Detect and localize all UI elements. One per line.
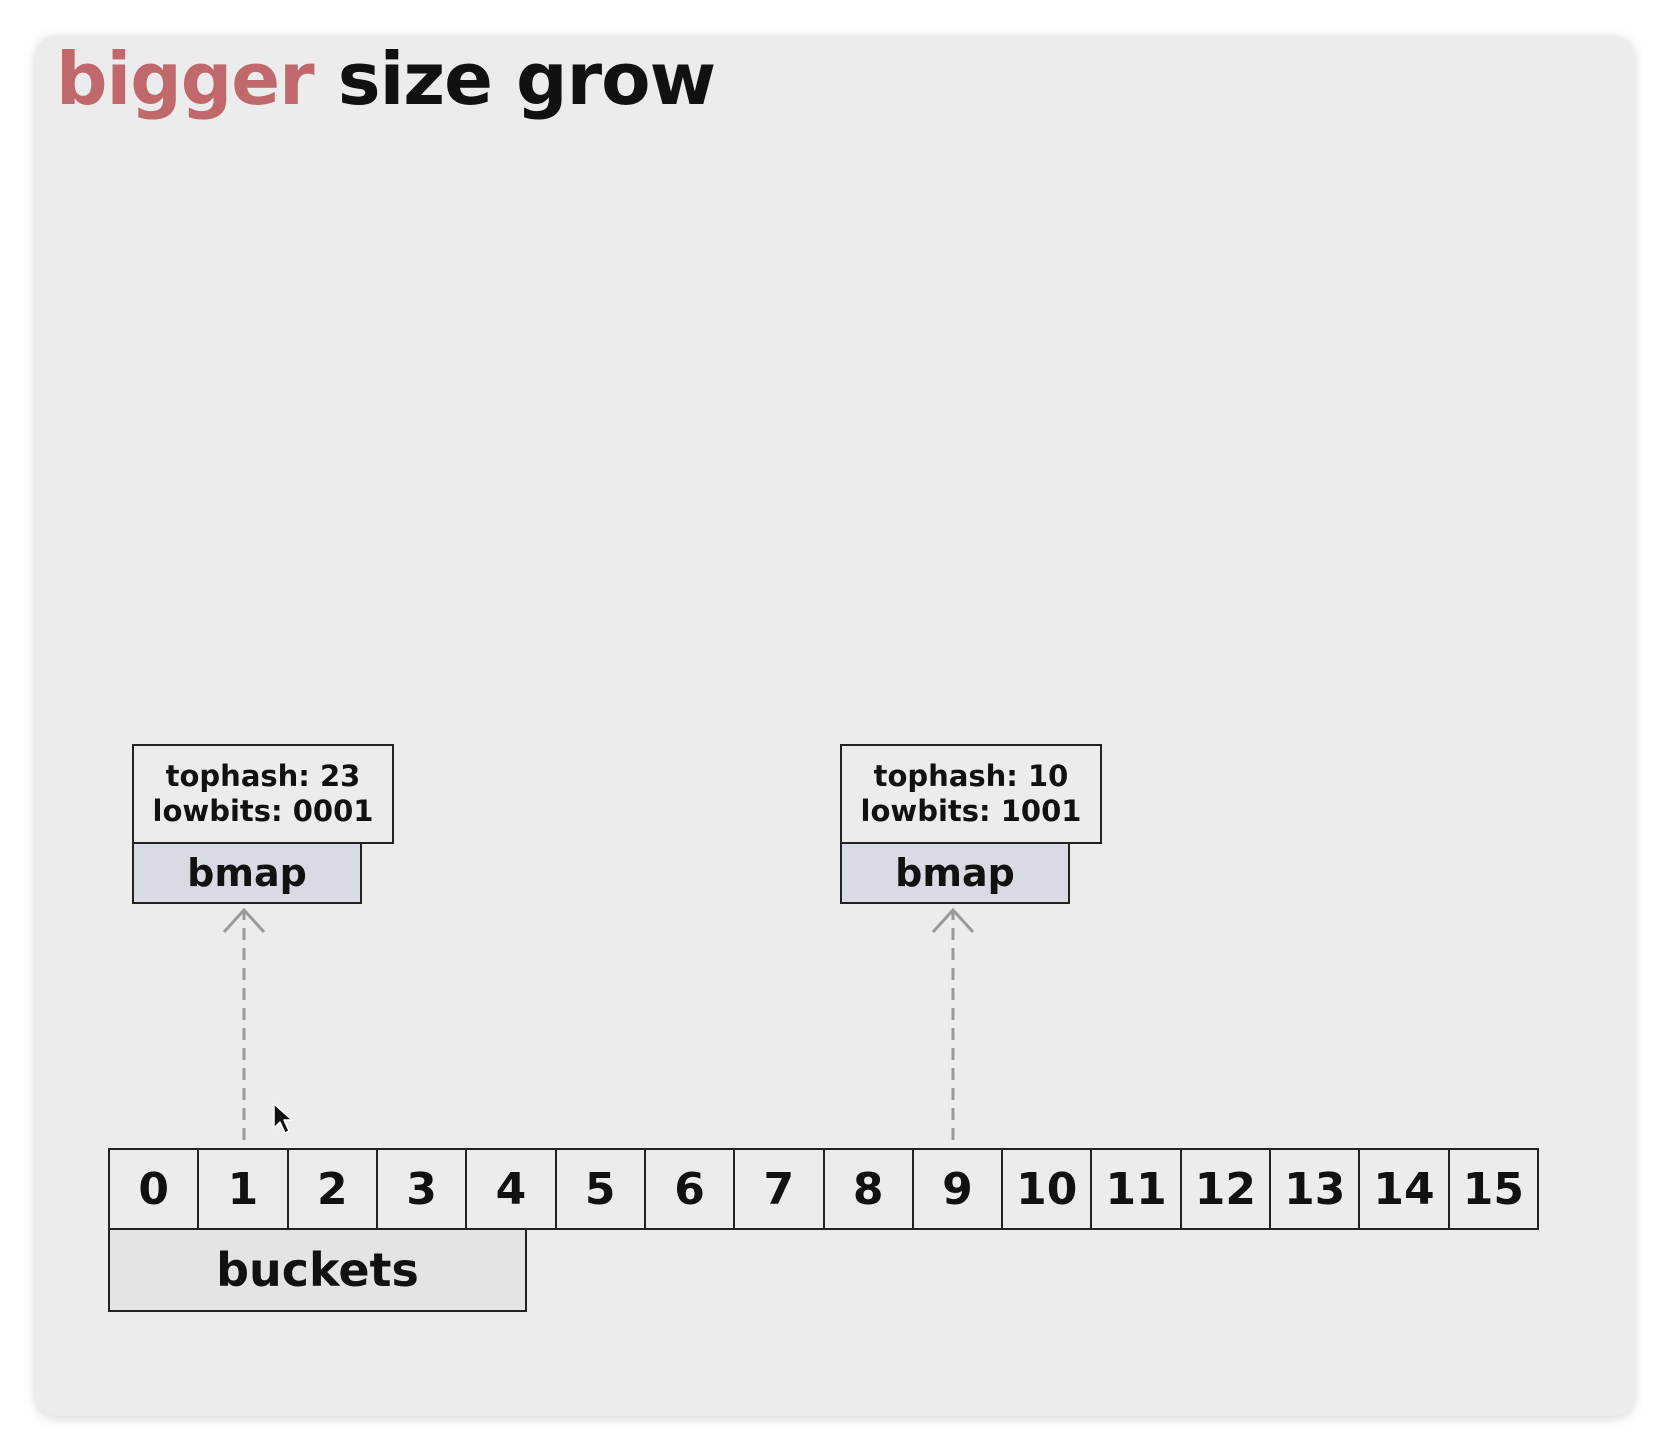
bucket-cell-10: 10 <box>1001 1150 1090 1228</box>
bucket-cell-0: 0 <box>138 1163 169 1215</box>
lowbits-label: lowbits: 1001 <box>860 794 1082 828</box>
slide-title: bigger size grow <box>56 36 716 122</box>
bucket-cell-13: 13 <box>1269 1150 1358 1228</box>
bmap-box-bucket-9: bmap <box>840 842 1070 904</box>
bucket-cell-11: 11 <box>1090 1150 1179 1228</box>
hash-info-box-bucket-1: tophash: 23 lowbits: 0001 <box>132 744 394 844</box>
lowbits-label: lowbits: 0001 <box>152 794 374 828</box>
bucket-cell-9: 9 <box>911 1150 1001 1228</box>
hash-info-box-bucket-9: tophash: 10 lowbits: 1001 <box>840 744 1102 844</box>
bucket-cell-12: 12 <box>1179 1150 1269 1228</box>
tophash-label: tophash: 23 <box>165 759 361 793</box>
title-rest: size grow <box>337 37 716 121</box>
bucket-cell-2: 2 <box>286 1150 376 1228</box>
bucket-array: 0 1 2 3 4 5 6 7 8 9 10 11 12 13 14 15 <box>108 1148 1539 1230</box>
bmap-box-bucket-1: bmap <box>132 842 362 904</box>
slide: bigger size grow tophash: 23 lowbits: 00… <box>36 36 1634 1416</box>
dashed-arrow-up-icon <box>222 907 266 1140</box>
tophash-label: tophash: 10 <box>873 759 1069 793</box>
mouse-pointer-icon <box>273 1103 293 1134</box>
bucket-cell-1: 1 <box>197 1150 286 1228</box>
bucket-cell-3: 3 <box>375 1150 465 1228</box>
title-accent: bigger <box>56 37 315 121</box>
bucket-cell-14: 14 <box>1358 1150 1447 1228</box>
bucket-cell-5: 5 <box>554 1150 644 1228</box>
bucket-cell-8: 8 <box>822 1150 912 1228</box>
dashed-arrow-up-icon <box>931 907 975 1140</box>
bucket-cell-6: 6 <box>643 1150 733 1228</box>
bucket-cell-15: 15 <box>1447 1150 1537 1228</box>
bucket-cell-4: 4 <box>465 1150 554 1228</box>
buckets-label: buckets <box>108 1228 527 1312</box>
bucket-cell-7: 7 <box>733 1150 822 1228</box>
